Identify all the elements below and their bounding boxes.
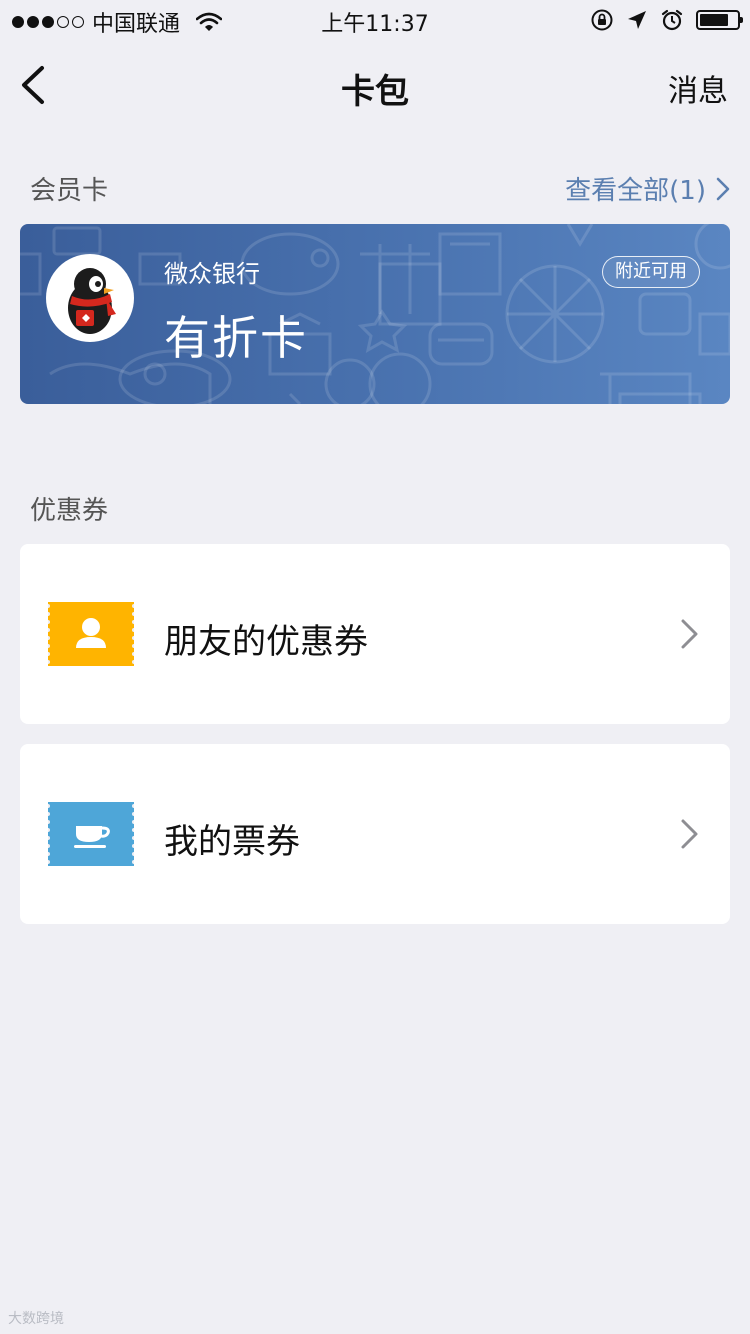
my-tickets-row[interactable]: 我的票券 bbox=[20, 744, 730, 924]
alarm-clock-icon bbox=[661, 9, 683, 31]
penguin-logo-icon bbox=[68, 268, 116, 334]
coupon-section-label: 优惠券 bbox=[30, 496, 109, 526]
battery-icon bbox=[696, 10, 743, 30]
member-card[interactable]: 微众银行 有折卡 附近可用 bbox=[20, 224, 730, 404]
person-ticket-icon bbox=[48, 602, 134, 666]
messages-button[interactable]: 消息 bbox=[668, 66, 728, 110]
watermark: 大数跨境 bbox=[8, 1311, 64, 1327]
member-card-section-label: 会员卡 bbox=[30, 176, 109, 206]
status-bar: 中国联通 上午11:37 bbox=[0, 0, 750, 40]
location-arrow-icon bbox=[628, 11, 646, 29]
card-name: 有折卡 bbox=[164, 311, 308, 365]
card-bank-name: 微众银行 bbox=[164, 260, 260, 288]
rotation-lock-icon bbox=[591, 9, 613, 31]
status-right bbox=[590, 8, 743, 32]
nearby-available-badge[interactable]: 附近可用 bbox=[602, 256, 700, 288]
nav-bar: 卡包 消息 bbox=[0, 40, 750, 130]
chevron-right-icon bbox=[681, 819, 698, 849]
chevron-right-icon bbox=[716, 177, 730, 200]
my-tickets-label: 我的票券 bbox=[164, 822, 300, 862]
view-all-label: 查看全部(1) bbox=[565, 176, 706, 206]
chevron-right-icon bbox=[681, 619, 698, 649]
page-title: 卡包 bbox=[341, 72, 409, 112]
view-all-button[interactable]: 查看全部(1) bbox=[565, 170, 730, 207]
cup-ticket-icon bbox=[48, 802, 134, 866]
chevron-left-icon[interactable] bbox=[14, 62, 54, 108]
friends-coupons-label: 朋友的优惠券 bbox=[164, 622, 368, 662]
friends-coupons-row[interactable]: 朋友的优惠券 bbox=[20, 544, 730, 724]
bank-logo bbox=[46, 254, 134, 342]
